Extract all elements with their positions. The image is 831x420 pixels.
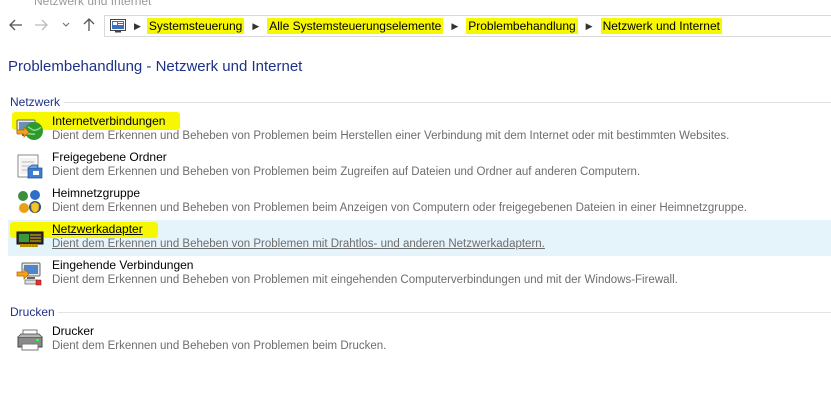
divider: [58, 312, 831, 313]
troubleshooter-shared-folders[interactable]: Freigegebene Ordner Dient dem Erkennen u…: [8, 148, 831, 184]
back-button[interactable]: [7, 16, 25, 34]
homegroup-icon: [18, 190, 41, 214]
breadcrumb-alle-elemente[interactable]: Alle Systemsteuerungselemente: [267, 18, 444, 34]
network-adapter-icon: [16, 231, 44, 247]
breadcrumb: ▶ Systemsteuerung ▶ Alle Systemsteuerung…: [131, 16, 722, 36]
address-bar[interactable]: ▶ Systemsteuerung ▶ Alle Systemsteuerung…: [104, 15, 831, 37]
chevron-right-icon[interactable]: ▶: [586, 21, 593, 32]
window-titlebar: Netzwerk und Internet: [0, 0, 831, 8]
arrow-left-icon: [9, 19, 22, 31]
troubleshooter-incoming-connections[interactable]: Eingehende Verbindungen Dient dem Erkenn…: [8, 256, 831, 292]
up-button[interactable]: [80, 16, 98, 34]
troubleshooter-homegroup[interactable]: Heimnetzgruppe Dient dem Erkennen und Be…: [8, 184, 831, 220]
item-name[interactable]: Drucker: [52, 324, 94, 338]
item-description: Dient dem Erkennen und Beheben von Probl…: [52, 340, 387, 352]
window-title: Netzwerk und Internet: [34, 0, 152, 8]
item-name[interactable]: Freigegebene Ordner: [52, 150, 167, 164]
item-name[interactable]: Eingehende Verbindungen: [52, 258, 193, 272]
breadcrumb-netzwerk-internet[interactable]: Netzwerk und Internet: [600, 18, 722, 34]
control-panel-icon: [110, 19, 126, 33]
navigation-bar: ▶ Systemsteuerung ▶ Alle Systemsteuerung…: [0, 8, 831, 42]
item-description: Dient dem Erkennen und Beheben von Probl…: [52, 166, 641, 178]
group-header-drucken: Drucken: [10, 305, 55, 319]
troubleshooter-printer[interactable]: Drucker Dient dem Erkennen und Beheben v…: [8, 322, 831, 358]
divider: [64, 102, 831, 103]
recent-locations-button[interactable]: [60, 16, 72, 34]
page-title: Problembehandlung - Netzwerk und Interne…: [8, 58, 303, 75]
item-name[interactable]: Netzwerkadapter: [52, 222, 143, 236]
arrow-right-icon: [35, 19, 48, 31]
group-header-netzwerk: Netzwerk: [10, 95, 61, 109]
item-name[interactable]: Internetverbindungen: [52, 114, 165, 128]
chevron-right-icon[interactable]: ▶: [134, 21, 141, 32]
item-description: Dient dem Erkennen und Beheben von Probl…: [52, 274, 678, 286]
chevron-right-icon[interactable]: ▶: [451, 21, 458, 32]
printer-icon: [17, 329, 43, 351]
item-description: Dient dem Erkennen und Beheben von Probl…: [52, 238, 545, 250]
troubleshooter-internet-connections[interactable]: Internetverbindungen Dient dem Erkennen …: [8, 112, 831, 148]
incoming-connections-icon: [16, 262, 42, 286]
chevron-down-icon: [62, 22, 70, 27]
breadcrumb-problembehandlung[interactable]: Problembehandlung: [466, 18, 578, 34]
item-name[interactable]: Heimnetzgruppe: [52, 186, 140, 200]
arrow-up-icon: [83, 18, 95, 31]
item-description: Dient dem Erkennen und Beheben von Probl…: [52, 130, 730, 142]
breadcrumb-systemsteuerung[interactable]: Systemsteuerung: [146, 18, 245, 34]
shared-folders-icon: [17, 154, 43, 179]
internet-connections-icon: [16, 119, 43, 140]
item-description: Dient dem Erkennen und Beheben von Probl…: [52, 202, 747, 214]
chevron-right-icon[interactable]: ▶: [252, 21, 259, 32]
forward-button[interactable]: [32, 16, 50, 34]
troubleshooter-network-adapter[interactable]: Netzwerkadapter Dient dem Erkennen und B…: [8, 220, 831, 256]
